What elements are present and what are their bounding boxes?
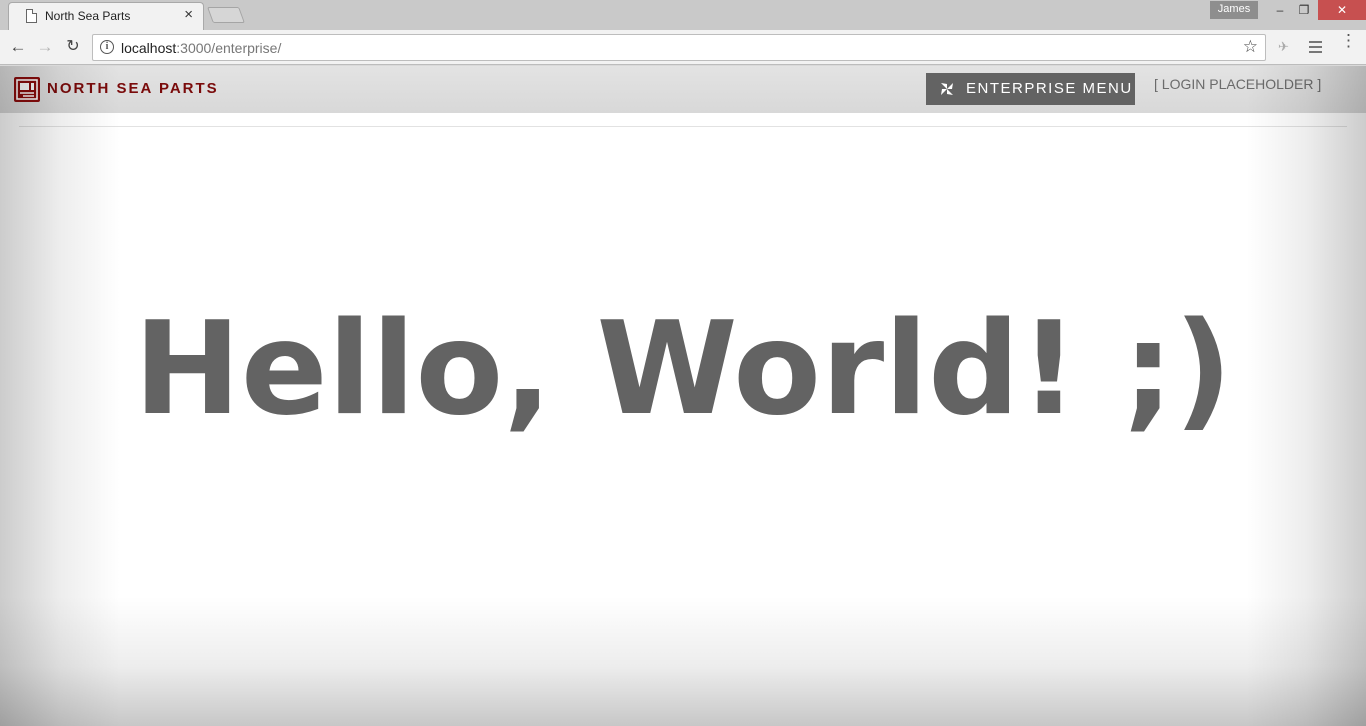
hero-heading: Hello, World! ;) [133, 295, 1233, 444]
tab-title: North Sea Parts [45, 9, 131, 23]
extension-icon[interactable]: ✈ [1278, 39, 1289, 55]
url-path: :3000/enterprise/ [176, 40, 282, 56]
pinwheel-icon [941, 83, 953, 95]
site-header: NORTH SEA PARTS ENTERPRISE MENU [ LOGIN … [0, 66, 1366, 113]
enterprise-menu-label: ENTERPRISE MENU [966, 80, 1133, 97]
page-content: NORTH SEA PARTS ENTERPRISE MENU [ LOGIN … [0, 66, 1366, 726]
browser-menu-icon[interactable]: ⋮ [1340, 32, 1357, 49]
extension-list-icon[interactable] [1309, 41, 1322, 53]
browser-toolbar: ← → ↻ i localhost:3000/enterprise/ ☆ ✈ ⋮ [0, 30, 1366, 65]
info-icon[interactable]: i [100, 40, 114, 54]
header-divider [19, 126, 1347, 127]
new-tab-button[interactable] [207, 7, 245, 23]
address-bar[interactable]: i localhost:3000/enterprise/ ☆ [92, 34, 1266, 61]
browser-titlebar: North Sea Parts × James – ❐ ✕ [0, 0, 1366, 30]
enterprise-menu-button[interactable]: ENTERPRISE MENU [926, 73, 1135, 105]
bookmark-star-icon[interactable]: ☆ [1243, 37, 1258, 57]
browser-tab[interactable]: North Sea Parts × [8, 2, 204, 30]
logo-icon[interactable] [14, 77, 40, 102]
profile-button[interactable]: James [1210, 1, 1258, 19]
forward-button[interactable]: → [34, 36, 56, 58]
document-icon [26, 9, 37, 23]
url-host: localhost [121, 40, 177, 56]
url-text[interactable]: localhost:3000/enterprise/ [121, 40, 281, 56]
restore-button[interactable]: ❐ [1290, 0, 1318, 20]
tab-close-button[interactable]: × [184, 7, 193, 22]
brand-name[interactable]: NORTH SEA PARTS [47, 80, 219, 97]
reload-button[interactable]: ↻ [62, 36, 84, 58]
login-placeholder[interactable]: [ LOGIN PLACEHOLDER ] [1154, 76, 1321, 92]
back-button[interactable]: ← [7, 36, 29, 58]
close-window-button[interactable]: ✕ [1318, 0, 1366, 20]
